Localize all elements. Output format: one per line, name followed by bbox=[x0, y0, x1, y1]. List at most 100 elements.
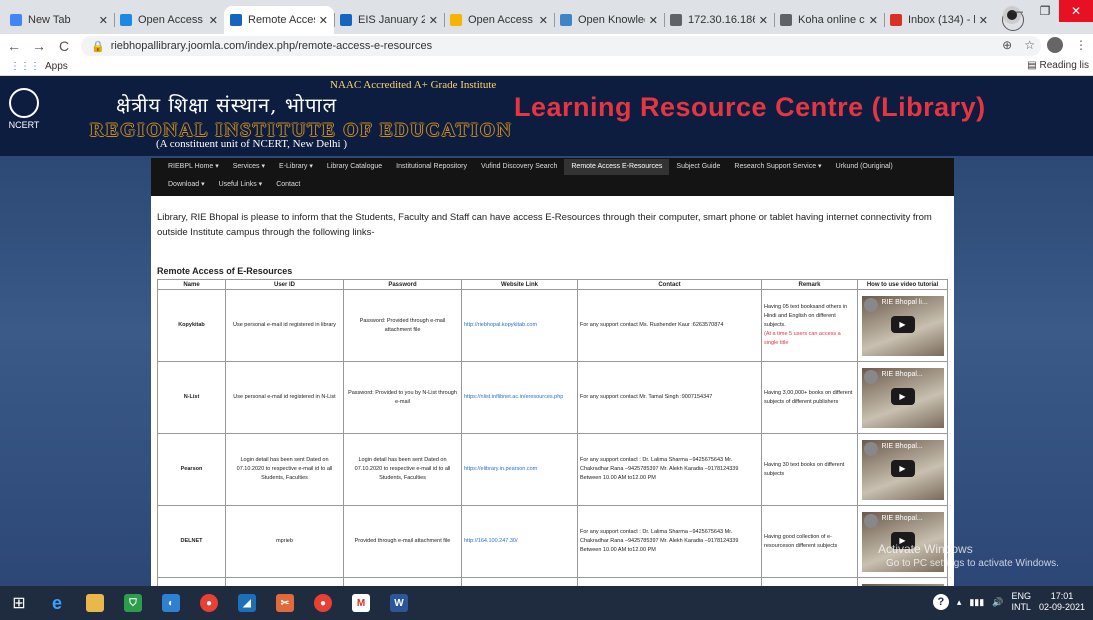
table-row: DELNET mprieb Provided through e-mail atta… bbox=[157, 505, 948, 578]
chrome-icon[interactable]: ● bbox=[190, 586, 228, 620]
tab-close-icon[interactable]: ✕ bbox=[649, 14, 658, 27]
web-page: NCERT NAAC Accredited A+ Grade Institute… bbox=[0, 76, 1093, 620]
nav-item[interactable]: Urkund (Ouriginal) bbox=[829, 159, 900, 175]
table-row: Pearson Login detail has been sent Dated … bbox=[157, 433, 948, 506]
lrc-title: Learning Resource Centre (Library) bbox=[514, 92, 986, 122]
video-thumbnail[interactable]: RIE Bhopal li... ▶ bbox=[861, 295, 944, 356]
video-thumbnail[interactable]: RIE Bhopal... ▶ bbox=[861, 367, 944, 428]
help-icon[interactable]: ? bbox=[932, 594, 949, 610]
user-id-cell: Login detail has been sent Dated on 07.1… bbox=[225, 433, 344, 506]
ie-icon[interactable]: e bbox=[38, 586, 76, 620]
nav-item[interactable]: Useful Links ▾ bbox=[212, 177, 270, 193]
tray-chevron-icon[interactable]: ▴ bbox=[957, 597, 962, 608]
tab-close-icon[interactable]: ✕ bbox=[209, 14, 218, 27]
naac-text: NAAC Accredited A+ Grade Institute bbox=[330, 79, 497, 91]
resource-name: Pearson bbox=[157, 433, 226, 506]
website-link[interactable]: https://elibrary.in.pearson.com bbox=[464, 466, 537, 472]
extension-avatar-icon[interactable] bbox=[1047, 37, 1063, 53]
column-header: User ID bbox=[225, 279, 344, 290]
channel-avatar bbox=[863, 513, 878, 528]
website-link[interactable]: http://riebhopal.kopykitab.com bbox=[464, 322, 537, 328]
nav-item[interactable]: Remote Access E-Resources bbox=[564, 159, 670, 175]
website-link[interactable]: https://nlist.inflibnet.ac.in/eresources… bbox=[464, 394, 563, 400]
nav-item[interactable]: Research Support Service ▾ bbox=[727, 159, 828, 175]
tab-close-icon[interactable]: ✕ bbox=[869, 14, 878, 27]
menu-icon[interactable]: ⋮ bbox=[1075, 38, 1087, 52]
table-header-row: Name User ID Password Website Link Contact Re… bbox=[157, 279, 948, 290]
reading-list-button[interactable]: ▤ Reading lis bbox=[1027, 60, 1089, 71]
reload-icon[interactable]: C bbox=[53, 38, 75, 54]
snip-icon[interactable]: ✂ bbox=[266, 586, 304, 620]
remark-cell: Having 30 text books on different subjec… bbox=[761, 433, 858, 506]
nav-item[interactable]: Services ▾ bbox=[226, 159, 272, 175]
tab-close-icon[interactable]: ✕ bbox=[759, 14, 768, 27]
browser-tab[interactable]: Koha online cat ✕ bbox=[774, 6, 884, 34]
taskbar: ⊞ e ⛉ ◐ ● ◢ ✂ ● M W ? ▴ ▮▮▮ 🔊 ENG INTL 17… bbox=[0, 586, 1093, 620]
tab-close-icon[interactable]: ✕ bbox=[429, 14, 438, 27]
reading-list-icon: ▤ bbox=[1027, 60, 1040, 71]
nav-item[interactable]: Institutional Repository bbox=[389, 159, 474, 175]
tab-close-icon[interactable]: ✕ bbox=[979, 14, 988, 27]
nav-item[interactable]: Contact bbox=[269, 177, 307, 193]
browser-tab[interactable]: Open Knowledge ✕ bbox=[554, 6, 664, 34]
nav-item[interactable]: RIEBPL Home ▾ bbox=[161, 159, 226, 175]
paint-icon[interactable]: ◢ bbox=[228, 586, 266, 620]
apps-link[interactable]: Apps bbox=[45, 61, 68, 72]
chrome-active-icon[interactable]: ● bbox=[304, 586, 342, 620]
forward-icon[interactable]: → bbox=[28, 38, 50, 54]
nav-item[interactable]: Download ▾ bbox=[161, 177, 212, 193]
store-icon[interactable]: ⛉ bbox=[114, 586, 152, 620]
contact-cell: For any support contact : Dr. Lalima Sha… bbox=[577, 505, 762, 578]
nav-row-1: RIEBPL Home ▾ Services ▾ E-Library ▾ Librar… bbox=[151, 158, 954, 176]
restore-icon[interactable]: ❐ bbox=[1031, 0, 1059, 22]
gmail-icon[interactable]: M bbox=[342, 586, 380, 620]
play-icon[interactable]: ▶ bbox=[890, 387, 915, 405]
back-icon[interactable]: ← bbox=[3, 38, 25, 54]
website-cell: https://nlist.inflibnet.ac.in/eresources… bbox=[461, 361, 578, 434]
tab-close-icon[interactable]: ✕ bbox=[319, 14, 328, 27]
video-cell: RIE Bhopal... ▶ bbox=[857, 361, 948, 434]
nav-item[interactable]: Vufind Discovery Search bbox=[474, 159, 564, 175]
main-content: Library, RIE Bhopal is please to inform … bbox=[151, 196, 954, 620]
clock[interactable]: 17:01 02-09-2021 bbox=[1039, 591, 1085, 613]
browser-tab[interactable]: Open Access E-R ✕ bbox=[114, 6, 224, 34]
word-icon[interactable]: W bbox=[380, 586, 418, 620]
app-blue-icon[interactable]: ◐ bbox=[152, 586, 190, 620]
start-windows-icon[interactable]: ⊞ bbox=[0, 586, 38, 620]
zoom-icon[interactable]: ⊕ bbox=[1002, 38, 1012, 52]
website-link[interactable]: http://164.100.247.30/ bbox=[464, 538, 518, 544]
contact-cell: For any support contact Mr. Tamal Singh … bbox=[577, 361, 762, 434]
browser-tab[interactable]: 172.30.16.186 ✕ bbox=[664, 6, 774, 34]
file-explorer-icon[interactable] bbox=[76, 586, 114, 620]
tab-close-icon[interactable]: ✕ bbox=[99, 14, 108, 27]
browser-tab[interactable]: Open Access Lib ✕ bbox=[444, 6, 554, 34]
ncert-emblem-icon bbox=[9, 88, 39, 118]
video-thumbnail[interactable]: RIE Bhopal... ▶ bbox=[861, 439, 944, 500]
browser-tab[interactable]: Inbox (134) - lib ✕ bbox=[884, 6, 994, 34]
column-header: Website Link bbox=[461, 279, 578, 290]
tab-favicon-icon bbox=[560, 14, 572, 26]
browser-tab[interactable]: New Tab ✕ bbox=[4, 6, 114, 34]
video-title: RIE Bhopal... bbox=[881, 442, 923, 450]
resource-name: N-List bbox=[157, 361, 226, 434]
play-icon[interactable]: ▶ bbox=[890, 315, 915, 333]
contact-cell: For any support contact : Dr. Lalima Sha… bbox=[577, 433, 762, 506]
website-cell: https://elibrary.in.pearson.com bbox=[461, 433, 578, 506]
volume-icon[interactable]: 🔊 bbox=[992, 597, 1003, 608]
browser-tab[interactable]: EIS January 2021 ✕ bbox=[334, 6, 444, 34]
nav-item[interactable]: Library Catalogue bbox=[320, 159, 389, 175]
nav-item[interactable]: E-Library ▾ bbox=[272, 159, 320, 175]
nav-item[interactable]: Subject Guide bbox=[669, 159, 727, 175]
apps-grid-icon[interactable]: ⋮⋮⋮ bbox=[10, 61, 40, 72]
column-header: Name bbox=[157, 279, 226, 290]
user-id-cell: mprieb bbox=[225, 505, 344, 578]
play-icon[interactable]: ▶ bbox=[890, 459, 915, 477]
tab-close-icon[interactable]: ✕ bbox=[539, 14, 548, 27]
minimize-icon[interactable]: — bbox=[1003, 0, 1031, 22]
browser-tab[interactable]: Remote Access | ✕ bbox=[224, 6, 334, 34]
network-icon[interactable]: ▮▮▮ bbox=[969, 597, 984, 608]
address-bar[interactable]: 🔒 riebhopallibrary.joomla.com/index.php/… bbox=[81, 36, 1041, 56]
bookmark-star-icon[interactable]: ☆ bbox=[1024, 38, 1035, 52]
language-indicator[interactable]: ENG INTL bbox=[1011, 591, 1031, 613]
close-window-icon[interactable]: ✕ bbox=[1059, 0, 1093, 22]
